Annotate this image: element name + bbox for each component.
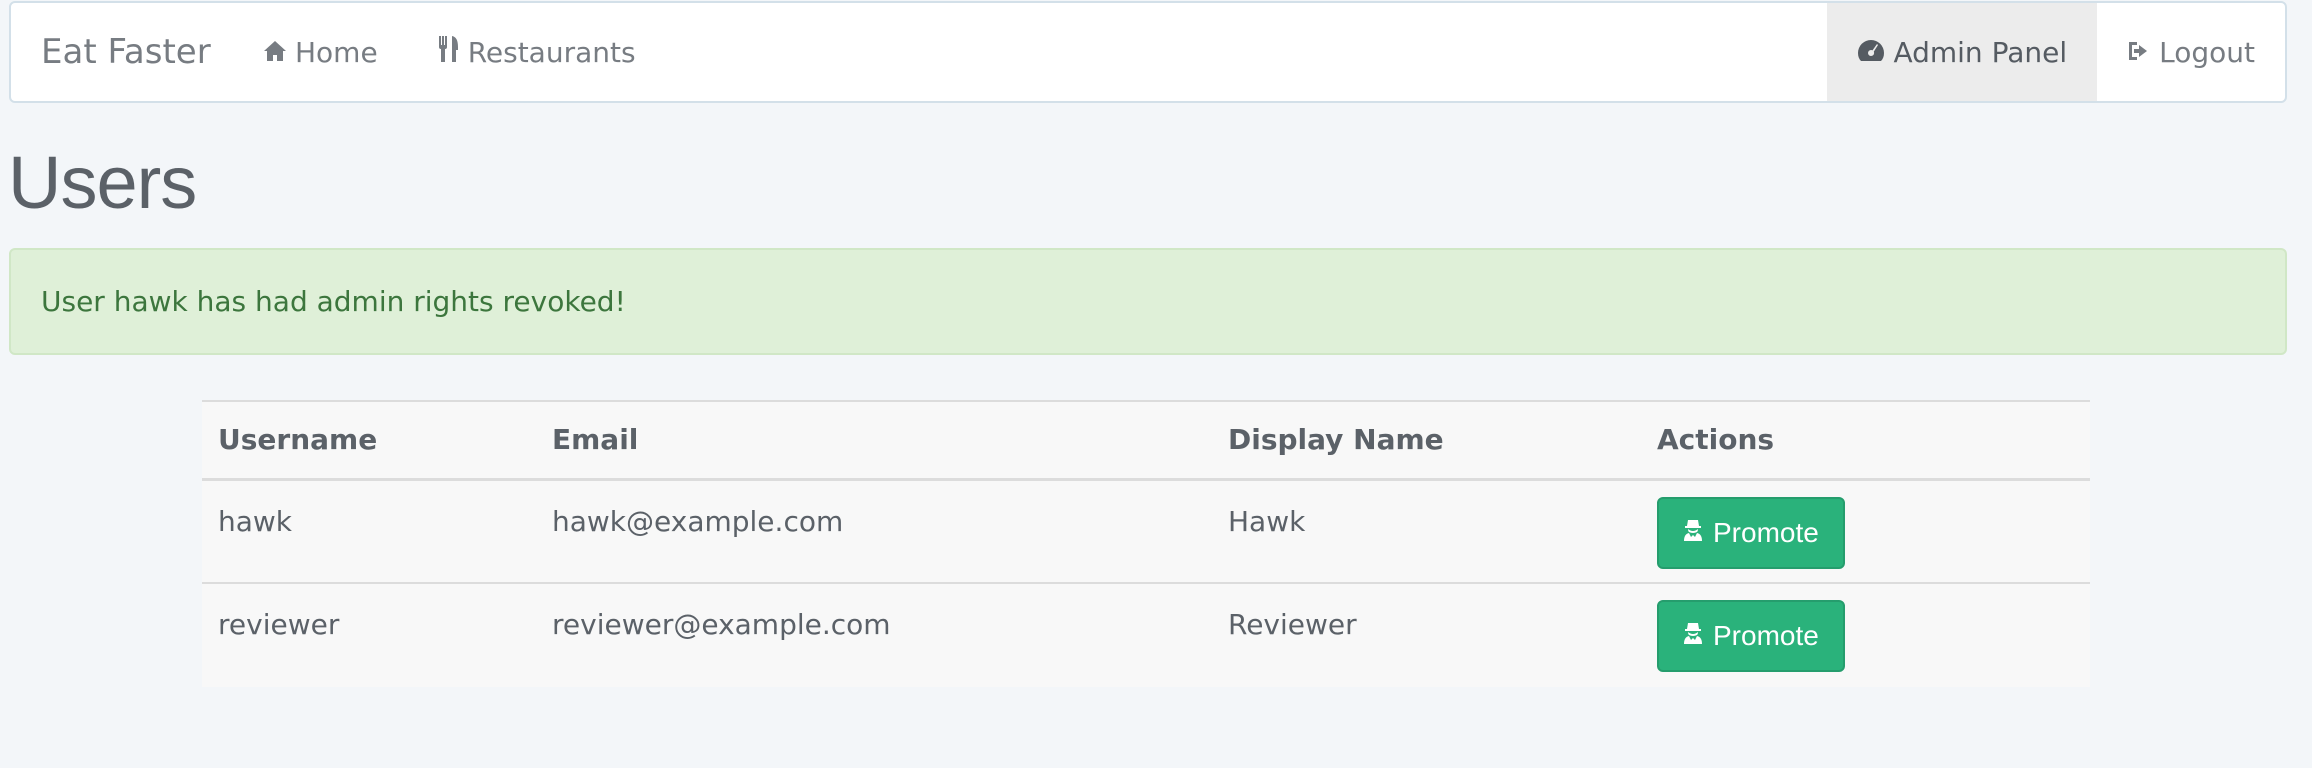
- promote-button-label: Promote: [1713, 516, 1819, 548]
- cell-display-name: Reviewer: [1212, 582, 1641, 687]
- cell-email: reviewer@example.com: [536, 582, 1212, 687]
- nav-home-label: Home: [295, 35, 378, 69]
- nav-admin-panel-label: Admin Panel: [1893, 35, 2068, 69]
- nav-restaurants[interactable]: Restaurants: [408, 3, 666, 101]
- users-table: Username Email Display Name Actions hawk…: [202, 400, 2090, 687]
- cell-username: reviewer: [202, 582, 536, 687]
- column-header-email: Email: [536, 400, 1212, 481]
- cell-display-name: Hawk: [1228, 504, 1306, 538]
- nav-admin-panel[interactable]: Admin Panel: [1827, 3, 2098, 101]
- cell-actions: Promote: [1641, 582, 2090, 687]
- cell-username: hawk: [218, 504, 293, 538]
- dashboard-icon: [1857, 36, 1885, 69]
- nav-left: Home Restaurants: [233, 3, 666, 101]
- page-title: Users: [8, 141, 197, 224]
- user-secret-icon: [1683, 517, 1703, 549]
- column-header-username: Username: [202, 400, 536, 481]
- table-row: hawk hawk@example.com Hawk Promote: [202, 479, 2090, 583]
- navbar: Eat Faster Home Restaurants Admin Panel: [9, 1, 2287, 103]
- user-secret-icon: [1683, 620, 1703, 652]
- column-header-actions: Actions: [1641, 400, 2090, 481]
- nav-logout-label: Logout: [2159, 35, 2255, 69]
- success-alert: User hawk has had admin rights revoked!: [9, 248, 2287, 355]
- promote-button[interactable]: Promote: [1657, 496, 1845, 569]
- utensils-icon: [438, 35, 460, 70]
- nav-right: Admin Panel Logout: [1827, 3, 2285, 101]
- column-header-display-name: Display Name: [1212, 400, 1641, 481]
- nav-home[interactable]: Home: [233, 3, 408, 101]
- cell-email: hawk@example.com: [552, 504, 844, 538]
- promote-button-label: Promote: [1713, 620, 1819, 651]
- nav-restaurants-label: Restaurants: [467, 35, 636, 69]
- table-header-row: Username Email Display Name Actions: [202, 400, 2090, 481]
- logout-icon: [2127, 36, 2151, 69]
- home-icon: [263, 36, 287, 69]
- promote-button[interactable]: Promote: [1657, 600, 1845, 672]
- cell-actions: Promote: [1641, 479, 2090, 583]
- users-table-container: Username Email Display Name Actions hawk…: [202, 400, 2090, 687]
- nav-logout[interactable]: Logout: [2097, 3, 2285, 101]
- alert-message: User hawk has had admin rights revoked!: [41, 285, 626, 318]
- brand[interactable]: Eat Faster: [11, 3, 233, 101]
- table-row: reviewer reviewer@example.com Reviewer P…: [202, 582, 2090, 687]
